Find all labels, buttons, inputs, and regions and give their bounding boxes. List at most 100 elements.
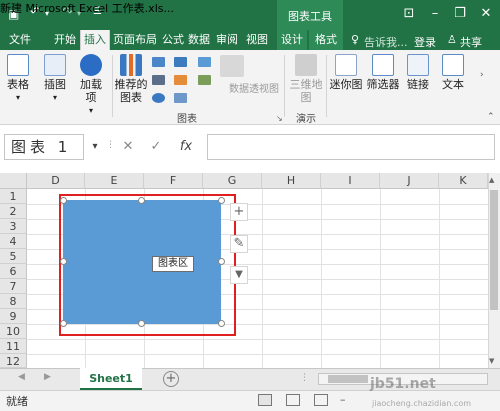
page-layout-view-icon[interactable] (286, 394, 300, 406)
illustrations-button[interactable]: 插图 ▾ (38, 52, 72, 108)
chart-elements-button[interactable]: + (230, 203, 248, 221)
scroll-up-icon[interactable]: ▲ (489, 176, 494, 184)
recommended-charts-button[interactable]: 推荐的 图表 (114, 52, 148, 108)
slicer-icon (372, 54, 394, 76)
insert-function-button[interactable]: fx (174, 134, 198, 160)
sheet-tab-sheet1[interactable]: Sheet1 (80, 368, 142, 390)
link-icon (407, 54, 429, 76)
row-header-1[interactable]: 1 (0, 189, 27, 204)
row-header-3[interactable]: 3 (0, 219, 27, 234)
row-header-10[interactable]: 10 (0, 324, 27, 339)
close-button[interactable]: ✕ (475, 4, 497, 24)
column-header-g[interactable]: G (203, 173, 262, 189)
row-header-6[interactable]: 6 (0, 264, 27, 279)
restore-button[interactable]: ❐ (449, 4, 471, 24)
resize-handle-right[interactable] (218, 258, 225, 265)
pivotchart-button[interactable]: 数据透视图 (229, 80, 279, 95)
select-all-corner[interactable] (0, 173, 27, 189)
tab-page-layout[interactable]: 页面布局 (110, 30, 160, 50)
tab-file[interactable]: 文件 (4, 30, 36, 50)
resize-handle-bottom-right[interactable] (218, 320, 225, 327)
minimize-button[interactable]: – (424, 4, 446, 24)
tab-splitter-icon[interactable]: ⋮ (300, 373, 309, 383)
table-button[interactable]: 表格 ▾ (4, 52, 32, 108)
next-sheet-icon[interactable]: ▶ (44, 372, 51, 382)
ribbon-scroll-icon[interactable]: › (480, 70, 484, 80)
resize-handle-bottom-left[interactable] (60, 320, 67, 327)
row-header-8[interactable]: 8 (0, 294, 27, 309)
tab-format[interactable]: 格式 (309, 30, 343, 50)
addins-button[interactable]: 加载 项 ▾ (76, 52, 106, 115)
add-sheet-button[interactable]: + (163, 371, 179, 387)
chart-styles-button[interactable]: ✎ (230, 235, 248, 253)
chart-filters-button[interactable]: ▼ (230, 266, 248, 284)
formula-bar-splitter-icon[interactable]: ⋮ (106, 140, 115, 150)
combo-chart-icon[interactable] (198, 75, 211, 85)
tell-me-search[interactable]: 告诉我... (364, 34, 408, 50)
resize-handle-top[interactable] (138, 197, 145, 204)
column-header-f[interactable]: F (144, 173, 203, 189)
resize-handle-left[interactable] (60, 258, 67, 265)
scroll-down-icon[interactable]: ▼ (489, 357, 494, 365)
hierarchy-chart-icon[interactable] (174, 57, 187, 67)
zoom-out-icon[interactable]: – (340, 393, 346, 406)
links-button[interactable]: 链接 (404, 52, 432, 108)
ribbon-options-icon[interactable]: ⊡ (398, 4, 420, 24)
resize-handle-top-right[interactable] (218, 197, 225, 204)
enter-button[interactable]: ✓ (144, 134, 168, 160)
column-header-h[interactable]: H (262, 173, 321, 189)
collapse-ribbon-icon[interactable]: ⌃ (487, 112, 495, 122)
pie-chart-icon[interactable] (152, 93, 165, 103)
waterfall-chart-icon[interactable] (174, 75, 187, 85)
ribbon-separator (326, 55, 327, 117)
sparklines-button[interactable]: 迷你图 (329, 52, 363, 108)
name-box-dropdown-icon[interactable]: ▾ (88, 134, 102, 160)
text-button[interactable]: 文本 (438, 52, 468, 108)
row-header-12[interactable]: 12 (0, 354, 27, 368)
row-header-5[interactable]: 5 (0, 249, 27, 264)
line-chart-icon[interactable] (152, 75, 165, 85)
page-break-view-icon[interactable] (314, 394, 328, 406)
row-header-7[interactable]: 7 (0, 279, 27, 294)
tab-review[interactable]: 审阅 (214, 30, 240, 50)
3d-map-button[interactable]: 三维地 图 (289, 52, 323, 108)
chart-area[interactable] (63, 200, 221, 324)
chart-area-tooltip: 图表区 (152, 256, 194, 272)
ribbon-separator (112, 55, 113, 117)
resize-handle-bottom[interactable] (138, 320, 145, 327)
row-header-11[interactable]: 11 (0, 339, 27, 354)
tab-data[interactable]: 数据 (186, 30, 212, 50)
signin-link[interactable]: 登录 (414, 34, 436, 50)
column-chart-icon[interactable] (152, 57, 165, 67)
watermark-logo: jb51.net (370, 376, 436, 392)
tab-view[interactable]: 视图 (244, 30, 270, 50)
charts-dialog-launcher-icon[interactable]: ↘ (276, 114, 283, 123)
share-button[interactable]: 共享 (460, 34, 482, 50)
window-title: 新建 Microsoft Excel 工作表.xls... (0, 2, 174, 15)
statistic-chart-icon[interactable] (198, 57, 211, 67)
column-header-i[interactable]: I (321, 173, 380, 189)
column-header-e[interactable]: E (85, 173, 144, 189)
row-header-9[interactable]: 9 (0, 309, 27, 324)
tab-insert[interactable]: 插入 (80, 30, 110, 50)
tab-design[interactable]: 设计 (277, 30, 307, 50)
resize-handle-top-left[interactable] (60, 197, 67, 204)
row-header-4[interactable]: 4 (0, 234, 27, 249)
column-header-d[interactable]: D (27, 173, 85, 189)
addins-icon (80, 54, 102, 76)
normal-view-icon[interactable] (258, 394, 272, 406)
tab-formulas[interactable]: 公式 (160, 30, 186, 50)
name-box[interactable]: 图表 1 (4, 134, 84, 160)
tab-home[interactable]: 开始 (50, 30, 80, 50)
cancel-button[interactable]: ✕ (116, 134, 140, 160)
filters-button[interactable]: 筛选器 (366, 52, 400, 108)
sparkline-icon (335, 54, 357, 76)
vertical-scroll-thumb[interactable] (490, 190, 498, 310)
scatter-chart-icon[interactable] (174, 93, 187, 103)
column-header-j[interactable]: J (380, 173, 439, 189)
row-header-2[interactable]: 2 (0, 204, 27, 219)
horizontal-scroll-thumb[interactable] (328, 375, 368, 383)
formula-input[interactable] (207, 134, 495, 160)
column-header-k[interactable]: K (439, 173, 488, 189)
prev-sheet-icon[interactable]: ◀ (18, 372, 25, 382)
